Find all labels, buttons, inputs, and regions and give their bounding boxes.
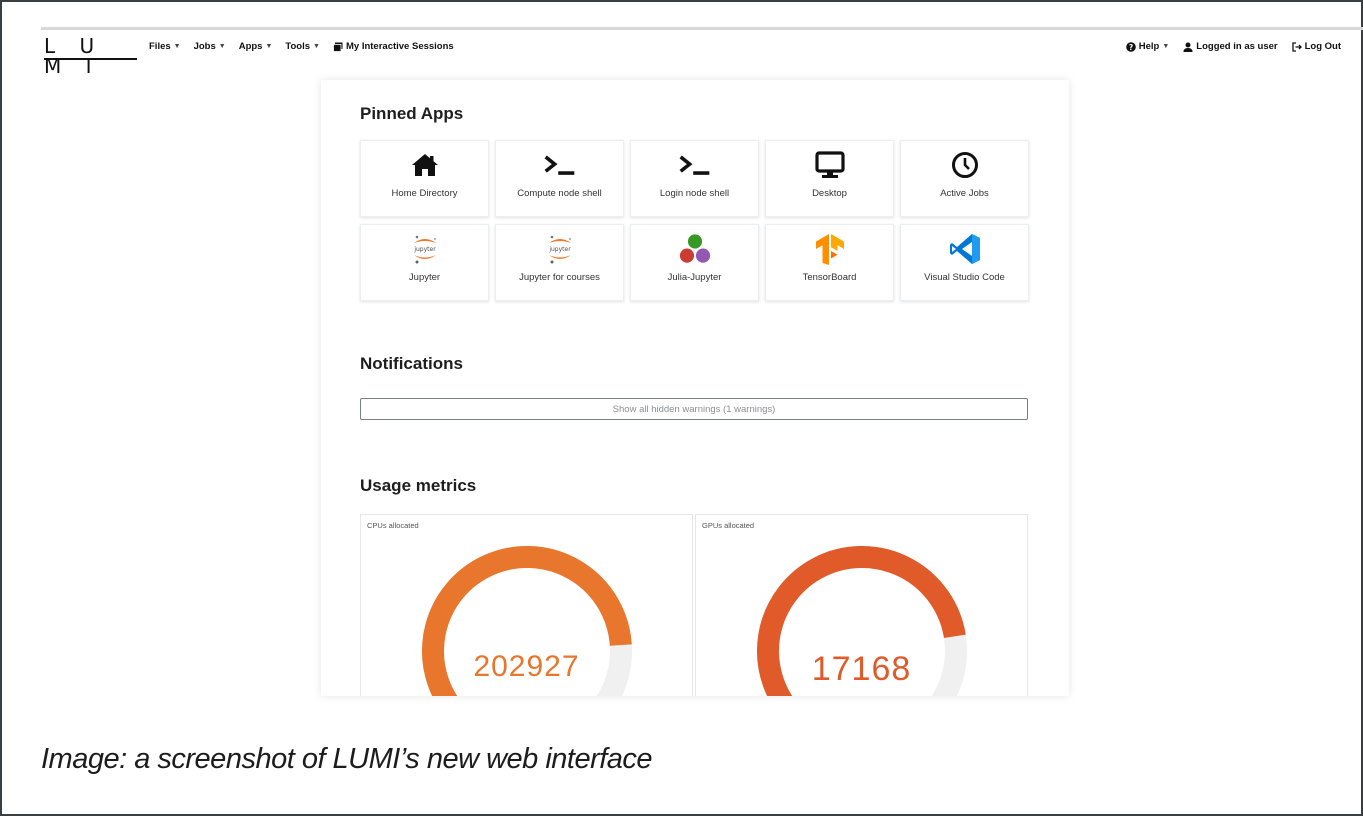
- app-tile-compute-node-shell[interactable]: Compute node shell: [495, 140, 624, 217]
- app-label: TensorBoard: [802, 272, 857, 283]
- pinned-apps-title: Pinned Apps: [360, 104, 464, 123]
- app-label: Active Jobs: [940, 188, 989, 199]
- image-caption: Image: a screenshot of LUMI’s new web in…: [41, 743, 653, 775]
- sessions-icon: [333, 42, 343, 52]
- nav-jobs-label: Jobs: [193, 41, 216, 52]
- app-tile-jupyter-for-courses[interactable]: jupyter Jupyter for courses: [495, 224, 624, 301]
- nav-menu-right: ? Help ▼ Logged in as user Log Out: [1125, 41, 1341, 52]
- nav-sessions-label: My Interactive Sessions: [345, 41, 454, 52]
- chevron-down-icon: ▼: [1162, 43, 1170, 50]
- app-tile-login-node-shell[interactable]: Login node shell: [630, 140, 759, 217]
- vscode-icon: [948, 233, 982, 265]
- metric-card-cpus: CPUs allocated 202927: [360, 514, 693, 696]
- nav-tools-label: Tools: [285, 41, 311, 52]
- metric-value-cpus: 202927: [473, 650, 580, 683]
- terminal-icon: [678, 149, 712, 181]
- app-label: Login node shell: [659, 188, 730, 199]
- home-icon: [408, 149, 442, 181]
- app-tile-visual-studio-code[interactable]: Visual Studio Code: [900, 224, 1029, 301]
- nav-interactive-sessions[interactable]: My Interactive Sessions: [333, 41, 454, 52]
- usage-metrics-title: Usage metrics: [360, 476, 477, 495]
- app-tile-desktop[interactable]: Desktop: [765, 140, 894, 217]
- show-hidden-warnings-button[interactable]: Show all hidden warnings (1 warnings): [360, 398, 1028, 420]
- app-label: Home Directory: [391, 188, 458, 199]
- chevron-down-icon: ▼: [173, 43, 181, 50]
- app-tile-jupyter[interactable]: jupyter Jupyter: [360, 224, 489, 301]
- app-label: Compute node shell: [517, 188, 602, 199]
- lumi-logo[interactable]: L U M I: [44, 36, 137, 76]
- nav-apps-menu[interactable]: Apps ▼: [239, 41, 273, 52]
- terminal-icon: [543, 149, 577, 181]
- app-tile-tensorboard[interactable]: TensorBoard: [765, 224, 894, 301]
- svg-text:jupyter: jupyter: [548, 246, 571, 253]
- nav-user[interactable]: Logged in as user: [1183, 41, 1278, 52]
- jupyter-icon: jupyter: [543, 233, 577, 265]
- chevron-down-icon: ▼: [265, 43, 273, 50]
- notifications-title: Notifications: [360, 354, 463, 373]
- nav-files-label: Files: [149, 41, 171, 52]
- app-label: Desktop: [812, 188, 847, 199]
- pinned-apps-grid: Home Directory Compute node shell Login …: [360, 140, 1029, 301]
- app-tile-home-directory[interactable]: Home Directory: [360, 140, 489, 217]
- nav-jobs-menu[interactable]: Jobs ▼: [194, 41, 226, 52]
- logout-icon: [1291, 41, 1302, 52]
- app-label: Visual Studio Code: [924, 272, 1005, 283]
- nav-files-menu[interactable]: Files ▼: [149, 41, 181, 52]
- app-tile-active-jobs[interactable]: Active Jobs: [900, 140, 1029, 217]
- desktop-icon: [813, 149, 847, 181]
- question-circle-icon: ?: [1125, 41, 1136, 52]
- dashboard-panel: Pinned Apps Home Directory Compute node …: [321, 80, 1069, 696]
- app-label: Julia-Jupyter: [667, 272, 722, 283]
- user-icon: [1183, 42, 1193, 52]
- tensorflow-icon: [813, 233, 847, 265]
- nav-user-label: Logged in as user: [1196, 41, 1278, 52]
- nav-menu-left: Files ▼ Jobs ▼ Apps ▼ Tools ▼ My Interactive…: [149, 41, 454, 52]
- chevron-down-icon: ▼: [218, 43, 226, 50]
- nav-tools-menu[interactable]: Tools ▼: [285, 41, 320, 52]
- nav-logout-label: Log Out: [1304, 41, 1341, 52]
- metric-card-gpus: GPUs allocated 17168: [695, 514, 1028, 696]
- nav-help-menu[interactable]: ? Help ▼: [1125, 41, 1170, 52]
- jupyter-icon: jupyter: [408, 233, 442, 265]
- nav-logout[interactable]: Log Out: [1291, 41, 1341, 52]
- julia-icon: [678, 233, 712, 265]
- chevron-down-icon: ▼: [313, 43, 320, 50]
- nav-apps-label: Apps: [238, 41, 263, 52]
- app-tile-julia-jupyter[interactable]: Julia-Jupyter: [630, 224, 759, 301]
- svg-text:jupyter: jupyter: [413, 246, 436, 253]
- nav-help-label: Help: [1138, 41, 1160, 52]
- app-label: Jupyter: [408, 272, 441, 283]
- clock-icon: [948, 149, 982, 181]
- metric-value-gpus: 17168: [811, 650, 912, 688]
- svg-text:?: ?: [1129, 43, 1133, 52]
- app-label: Jupyter for courses: [519, 272, 600, 283]
- navbar: L U M I Files ▼ Jobs ▼ Apps ▼ Tools ▼ My Int…: [41, 30, 1341, 76]
